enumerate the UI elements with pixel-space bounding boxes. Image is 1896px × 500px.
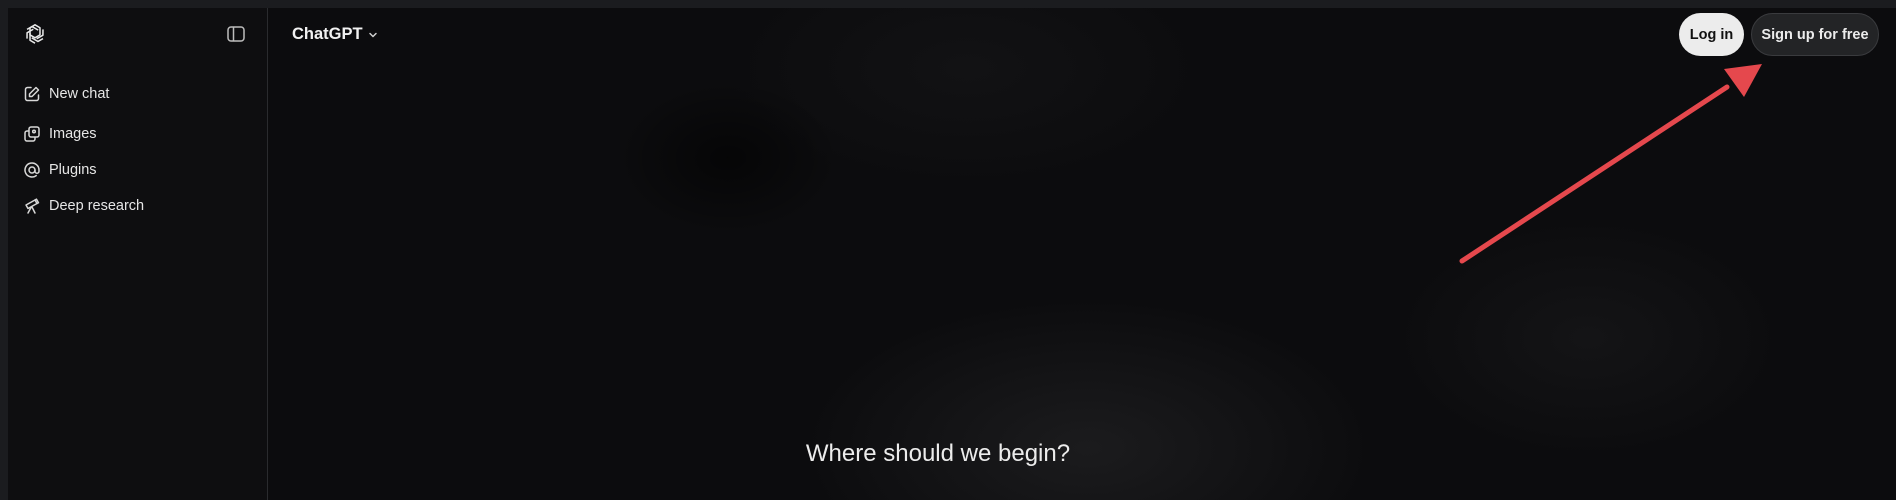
telescope-icon: [22, 197, 41, 216]
model-selector-label: ChatGPT: [292, 25, 363, 43]
sidebar-item-label: Plugins: [49, 162, 97, 178]
model-selector[interactable]: ChatGPT: [292, 25, 379, 44]
images-icon: [22, 125, 41, 144]
login-button[interactable]: Log in: [1679, 13, 1744, 56]
sidebar-item-new-chat[interactable]: New chat: [22, 81, 109, 107]
openai-logo-icon[interactable]: [22, 21, 48, 47]
sidebar-item-label: Images: [49, 126, 97, 142]
sidebar-item-label: Deep research: [49, 198, 145, 214]
at-sign-icon: [22, 161, 41, 180]
sidebar-toggle-icon[interactable]: [226, 25, 248, 45]
page-title: Where should we begin?: [805, 440, 1071, 467]
main-panel: ChatGPT Log in Sign up for free Where sh…: [268, 8, 1896, 500]
edit-icon: [22, 85, 41, 104]
app-window: New chat Images Plugins Deep research Ch…: [8, 8, 1896, 500]
window-left-border: [0, 0, 8, 500]
sidebar-item-plugins[interactable]: Plugins: [22, 157, 97, 183]
sidebar-item-label: New chat: [49, 86, 110, 102]
sidebar: New chat Images Plugins Deep research: [8, 8, 268, 500]
sidebar-item-images[interactable]: Images: [22, 121, 97, 147]
signup-button[interactable]: Sign up for free: [1751, 13, 1879, 56]
sidebar-item-deep-research[interactable]: Deep research: [22, 193, 144, 219]
window-top-border: [0, 0, 1896, 8]
chevron-down-icon: [367, 29, 379, 41]
